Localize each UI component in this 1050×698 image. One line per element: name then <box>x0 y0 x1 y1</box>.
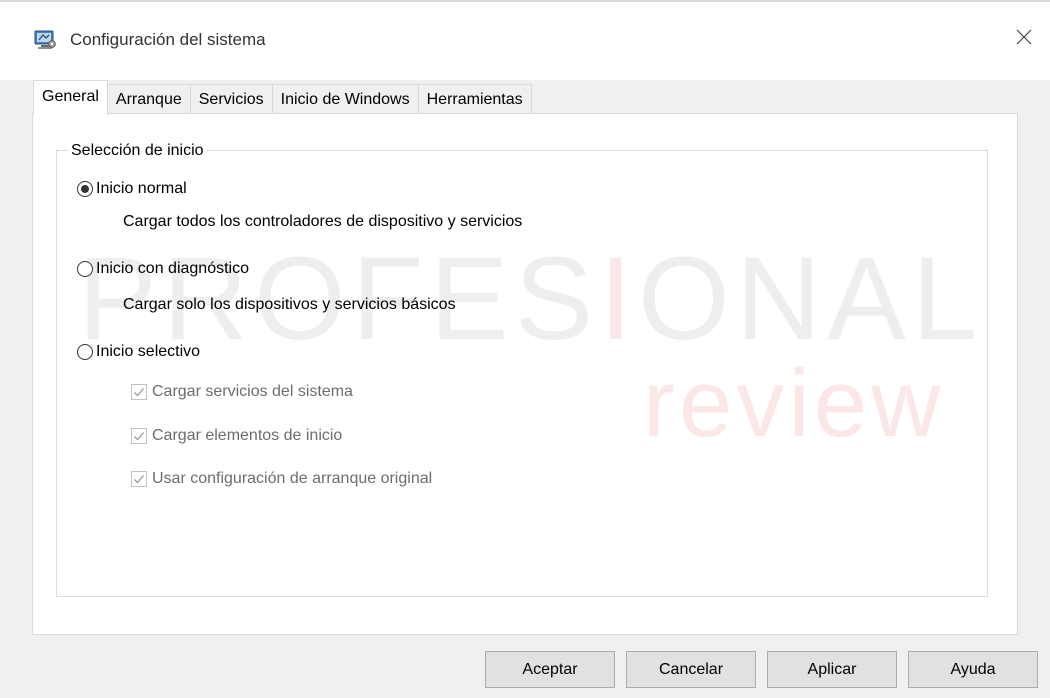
checkbox-label: Cargar elementos de inicio <box>152 427 343 444</box>
cancel-button[interactable]: Cancelar <box>626 651 756 688</box>
radio-inicio-selectivo[interactable]: Inicio selectivo <box>77 342 200 362</box>
check-icon <box>134 388 144 397</box>
inicio-diagnostico-description: Cargar solo los dispositivos y servicios… <box>123 296 456 313</box>
help-button[interactable]: Ayuda <box>908 651 1038 688</box>
inicio-normal-description: Cargar todos los controladores de dispos… <box>123 213 523 230</box>
ok-button[interactable]: Aceptar <box>485 651 615 688</box>
startup-selection-legend: Selección de inicio <box>68 141 207 161</box>
checkbox-checked[interactable] <box>131 471 147 487</box>
tab-inicio-de-windows[interactable]: Inicio de Windows <box>271 84 419 114</box>
title-bar[interactable]: Configuración del sistema <box>0 0 1050 80</box>
checkbox-label: Usar configuración de arranque original <box>152 470 433 487</box>
checkbox-cargar-servicios-sistema[interactable]: Cargar servicios del sistema <box>131 382 353 402</box>
radio-button[interactable] <box>77 344 93 360</box>
close-button[interactable] <box>998 14 1050 60</box>
checkbox-usar-configuracion-arranque-original[interactable]: Usar configuración de arranque original <box>131 469 432 489</box>
tab-servicios[interactable]: Servicios <box>189 84 273 114</box>
tab-general[interactable]: General <box>33 80 108 115</box>
msconfig-icon <box>33 29 57 51</box>
radio-button[interactable] <box>77 261 93 277</box>
radio-inicio-selectivo-label: Inicio selectivo <box>96 343 201 360</box>
system-configuration-window: Configuración del sistema General Arranq… <box>0 0 1050 698</box>
close-icon <box>1016 29 1032 45</box>
tab-arranque[interactable]: Arranque <box>106 84 191 114</box>
general-tab-panel: PROFESIONAL review Selección de inicio I… <box>32 113 1018 635</box>
checkbox-label: Cargar servicios del sistema <box>152 383 353 400</box>
radio-inicio-normal-label: Inicio normal <box>96 180 187 197</box>
radio-inicio-normal[interactable]: Inicio normal <box>77 179 187 199</box>
apply-button[interactable]: Aplicar <box>767 651 897 688</box>
checkbox-cargar-elementos-inicio[interactable]: Cargar elementos de inicio <box>131 426 342 446</box>
check-icon <box>134 432 144 441</box>
window-title: Configuración del sistema <box>70 30 266 49</box>
radio-button-selected[interactable] <box>77 181 93 197</box>
tab-herramientas[interactable]: Herramientas <box>417 84 532 114</box>
checkbox-checked[interactable] <box>131 428 147 444</box>
checkbox-checked[interactable] <box>131 384 147 400</box>
check-icon <box>134 475 144 484</box>
radio-inicio-diagnostico[interactable]: Inicio con diagnóstico <box>77 259 249 279</box>
tab-strip: General Arranque Servicios Inicio de Win… <box>33 80 532 115</box>
radio-inicio-diagnostico-label: Inicio con diagnóstico <box>96 260 249 277</box>
